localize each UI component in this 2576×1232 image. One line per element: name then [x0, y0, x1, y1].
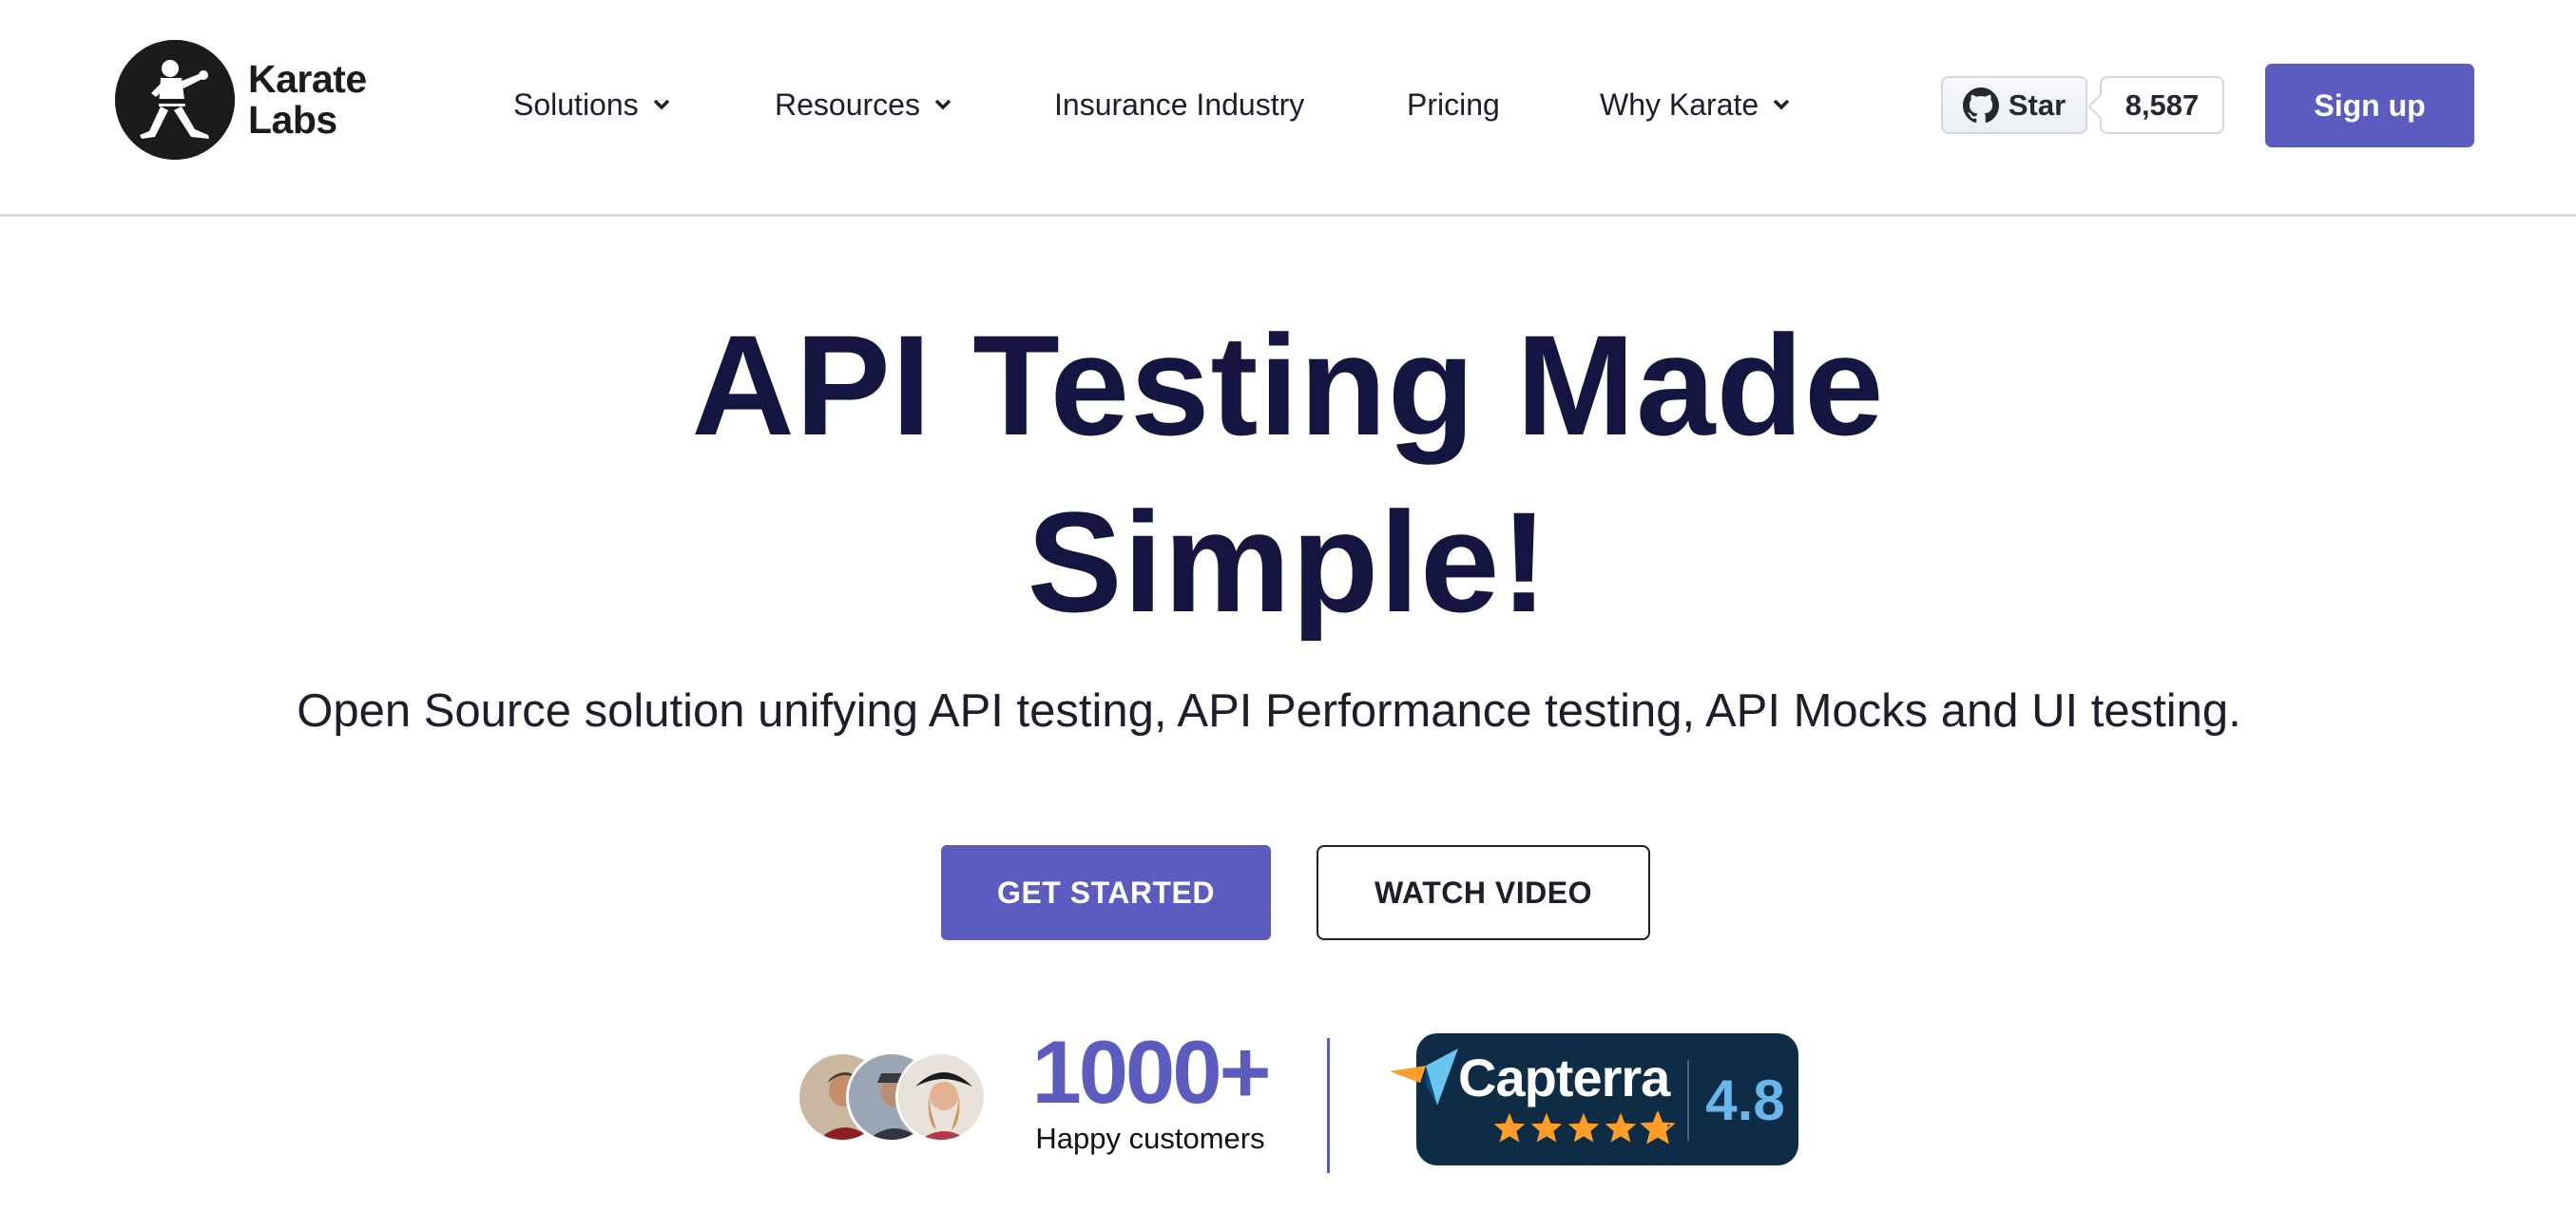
nav-item-label: Solutions	[513, 87, 639, 122]
nav-item-solutions[interactable]: Solutions	[513, 82, 671, 127]
chevron-down-icon	[652, 98, 671, 111]
nav-item-why-karate[interactable]: Why Karate	[1600, 82, 1791, 127]
customer-count: 1000+	[1031, 1022, 1271, 1122]
hero-subtitle: Open Source solution unifying API testin…	[297, 685, 2241, 737]
hero-title: API Testing Made Simple!	[380, 297, 2196, 650]
brand-name-line1: Karate	[248, 57, 367, 101]
watch-video-button[interactable]: WATCH VIDEO	[1317, 845, 1650, 940]
chevron-down-icon	[1772, 98, 1791, 111]
star-partial-icon	[1641, 1111, 1675, 1144]
brand-name-line2: Labs	[248, 98, 337, 142]
nav-item-insurance-industry[interactable]: Insurance Industry	[1054, 82, 1304, 127]
capterra-rating-value: 4.8	[1705, 1068, 1785, 1132]
github-star-label: Star	[2008, 87, 2067, 122]
page: Karate Labs Solutions Resources Insuranc…	[0, 0, 2576, 1232]
star-icon	[1567, 1112, 1600, 1143]
github-star-button[interactable]: Star	[1941, 76, 2087, 134]
sign-up-button[interactable]: Sign up	[2265, 64, 2474, 147]
divider	[1327, 1038, 1330, 1173]
get-started-button[interactable]: GET STARTED	[941, 845, 1271, 940]
avatar	[895, 1051, 987, 1143]
badge-separator	[1687, 1060, 1689, 1141]
capterra-rating-badge[interactable]: Capterra 4.8	[1390, 1033, 1798, 1165]
brand-name: Karate Labs	[248, 59, 367, 141]
capterra-logo-icon	[1390, 1049, 1458, 1106]
site-header: Karate Labs Solutions Resources Insuranc…	[0, 0, 2576, 217]
capterra-wordmark: Capterra	[1458, 1048, 1670, 1107]
hero-title-line2: Simple!	[1027, 482, 1549, 642]
github-icon	[1962, 87, 1999, 123]
rating-stars	[1492, 1111, 1675, 1144]
karate-labs-logo[interactable]: Karate Labs	[115, 38, 367, 162]
github-star-count[interactable]: 8,587	[2100, 76, 2224, 134]
nav-item-pricing[interactable]: Pricing	[1407, 82, 1500, 127]
nav-item-label: Why Karate	[1600, 87, 1759, 122]
customer-count-label: Happy customers	[1035, 1122, 1265, 1155]
customer-avatars	[797, 1051, 987, 1146]
nav-item-resources[interactable]: Resources	[775, 82, 952, 127]
star-icon	[1530, 1112, 1563, 1143]
nav-item-label: Resources	[775, 87, 920, 122]
chevron-down-icon	[933, 98, 952, 111]
hero-title-line1: API Testing Made	[691, 305, 1885, 465]
karate-figure-icon	[115, 40, 235, 160]
nav-item-label: Pricing	[1407, 87, 1500, 122]
nav-item-label: Insurance Industry	[1054, 87, 1305, 122]
star-icon	[1605, 1112, 1637, 1143]
star-icon	[1493, 1112, 1526, 1143]
